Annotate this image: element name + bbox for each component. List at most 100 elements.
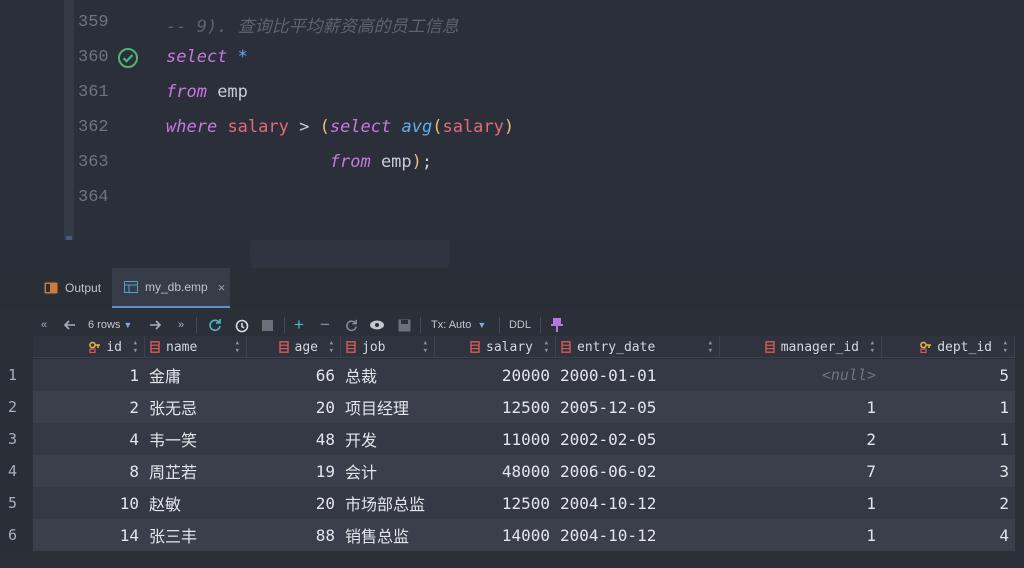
column-header-job[interactable]: job ▴ ▾ [341,336,435,358]
code-line[interactable]: 360 select * [0,41,1024,76]
code-line[interactable]: 359 -- 9). 查询比平均薪资高的员工信息 [0,6,1024,41]
ddl-button[interactable]: DDL [506,316,534,334]
cell-age[interactable]: 20 [247,391,341,423]
column-header-name[interactable]: name ▴ ▾ [145,336,247,358]
revert-icon[interactable] [342,316,360,334]
cell-name[interactable]: 金庸 [145,359,247,391]
cell-age[interactable]: 66 [247,359,341,391]
next-page-icon[interactable] [147,316,163,334]
cell-entry-date[interactable]: 2005-12-05 [556,391,720,423]
cell-dept-id[interactable]: 3 [882,455,1015,487]
history-icon[interactable] [232,316,250,334]
cell-id[interactable]: 8 [33,455,145,487]
column-header-id[interactable]: id ▴ ▾ [33,336,145,358]
cell-name[interactable]: 韦一笑 [145,423,247,455]
cell-job[interactable]: 市场部总监 [341,487,435,519]
save-icon[interactable] [395,316,413,334]
row-number[interactable]: 1 [0,359,32,391]
cell-name[interactable]: 周芷若 [145,455,247,487]
column-header-dept-id[interactable]: dept_id ▴ ▾ [882,336,1015,358]
row-number[interactable]: 3 [0,423,32,455]
cell-entry-date[interactable]: 2006-06-02 [556,455,720,487]
cell-entry-date[interactable]: 2004-10-12 [556,487,720,519]
table-row[interactable]: 3 4 韦一笑 48 开发 11000 2002-02-05 2 1 [0,423,1024,455]
cell-entry-date[interactable]: 2002-02-05 [556,423,720,455]
cell-id[interactable]: 14 [33,519,145,551]
code-line[interactable]: 362 where salary > (select avg(salary) [0,111,1024,146]
cell-dept-id[interactable]: 5 [882,359,1015,391]
cell-dept-id[interactable]: 1 [882,423,1015,455]
cell-job[interactable]: 开发 [341,423,435,455]
first-page-icon[interactable]: « [36,316,52,334]
cell-salary[interactable]: 20000 [435,359,556,391]
column-header-age[interactable]: age ▴ ▾ [247,336,341,358]
sort-icon[interactable]: ▴ ▾ [329,339,334,356]
stop-icon[interactable] [258,316,276,334]
cell-salary[interactable]: 11000 [435,423,556,455]
close-icon[interactable]: × [218,280,226,295]
pin-icon[interactable] [549,316,565,334]
cell-manager-id[interactable]: 7 [720,455,882,487]
cell-age[interactable]: 88 [247,519,341,551]
table-row[interactable]: 1 1 金庸 66 总裁 20000 2000-01-01 <null> 5 [0,359,1024,391]
previous-page-icon[interactable] [62,316,78,334]
cell-salary[interactable]: 14000 [435,519,556,551]
code-editor[interactable]: 359 -- 9). 查询比平均薪资高的员工信息 360 select * 361 fro… [0,0,1024,240]
transaction-mode-selector[interactable]: Tx: Auto ▼ [431,316,493,334]
row-number[interactable]: 2 [0,391,32,423]
sort-icon[interactable]: ▴ ▾ [133,339,138,356]
cell-manager-id[interactable]: 1 [720,487,882,519]
add-row-icon[interactable]: + [290,315,308,334]
delete-row-icon[interactable]: − [316,315,334,334]
tab-my-db-emp[interactable]: my_db.emp × [112,268,230,308]
success-check-icon[interactable] [117,47,139,69]
row-number[interactable]: 6 [0,519,32,551]
code-line[interactable]: 364 [0,181,1024,216]
cell-age[interactable]: 20 [247,487,341,519]
cell-entry-date[interactable]: 2000-01-01 [556,359,720,391]
cell-dept-id[interactable]: 2 [882,487,1015,519]
cell-id[interactable]: 4 [33,423,145,455]
cell-manager-id[interactable]: 2 [720,423,882,455]
cell-name[interactable]: 张三丰 [145,519,247,551]
tab-output[interactable]: Output [38,268,116,308]
sort-icon[interactable]: ▴ ▾ [870,339,875,356]
cell-salary[interactable]: 48000 [435,455,556,487]
cell-manager-id[interactable]: <null> [720,359,882,391]
code-line[interactable]: 361 from emp [0,76,1024,111]
cell-job[interactable]: 总裁 [341,359,435,391]
cell-dept-id[interactable]: 1 [882,391,1015,423]
column-header-manager-id[interactable]: manager_id ▴ ▾ [720,336,882,358]
cell-salary[interactable]: 12500 [435,487,556,519]
cell-manager-id[interactable]: 1 [720,519,882,551]
cell-job[interactable]: 销售总监 [341,519,435,551]
table-row[interactable]: 5 10 赵敏 20 市场部总监 12500 2004-10-12 1 2 [0,487,1024,519]
cell-salary[interactable]: 12500 [435,391,556,423]
cell-id[interactable]: 10 [33,487,145,519]
sort-icon[interactable]: ▴ ▾ [235,339,240,356]
row-number[interactable]: 5 [0,487,32,519]
code-line[interactable]: 363 from emp); [0,146,1024,181]
sort-icon[interactable]: ▴ ▾ [1003,339,1008,356]
sort-icon[interactable]: ▴ ▾ [423,339,428,356]
cell-name[interactable]: 张无忌 [145,391,247,423]
cell-id[interactable]: 1 [33,359,145,391]
column-header-salary[interactable]: salary ▴ ▾ [435,336,556,358]
row-number[interactable]: 4 [0,455,32,487]
refresh-icon[interactable] [206,316,224,334]
last-page-icon[interactable]: » [173,316,189,334]
cell-id[interactable]: 2 [33,391,145,423]
table-row[interactable]: 2 2 张无忌 20 项目经理 12500 2005-12-05 1 1 [0,391,1024,423]
sort-icon[interactable]: ▴ ▾ [708,339,713,356]
cell-entry-date[interactable]: 2004-10-12 [556,519,720,551]
table-row[interactable]: 4 8 周芷若 19 会计 48000 2006-06-02 7 3 [0,455,1024,487]
cell-dept-id[interactable]: 4 [882,519,1015,551]
sort-icon[interactable]: ▴ ▾ [544,339,549,356]
cell-age[interactable]: 48 [247,423,341,455]
rows-selector[interactable]: 6 rows ▼ [88,316,140,334]
cell-manager-id[interactable]: 1 [720,391,882,423]
table-row[interactable]: 6 14 张三丰 88 销售总监 14000 2004-10-12 1 4 [0,519,1024,551]
cell-job[interactable]: 项目经理 [341,391,435,423]
column-header-entry-date[interactable]: entry_date ▴ ▾ [556,336,720,358]
cell-name[interactable]: 赵敏 [145,487,247,519]
